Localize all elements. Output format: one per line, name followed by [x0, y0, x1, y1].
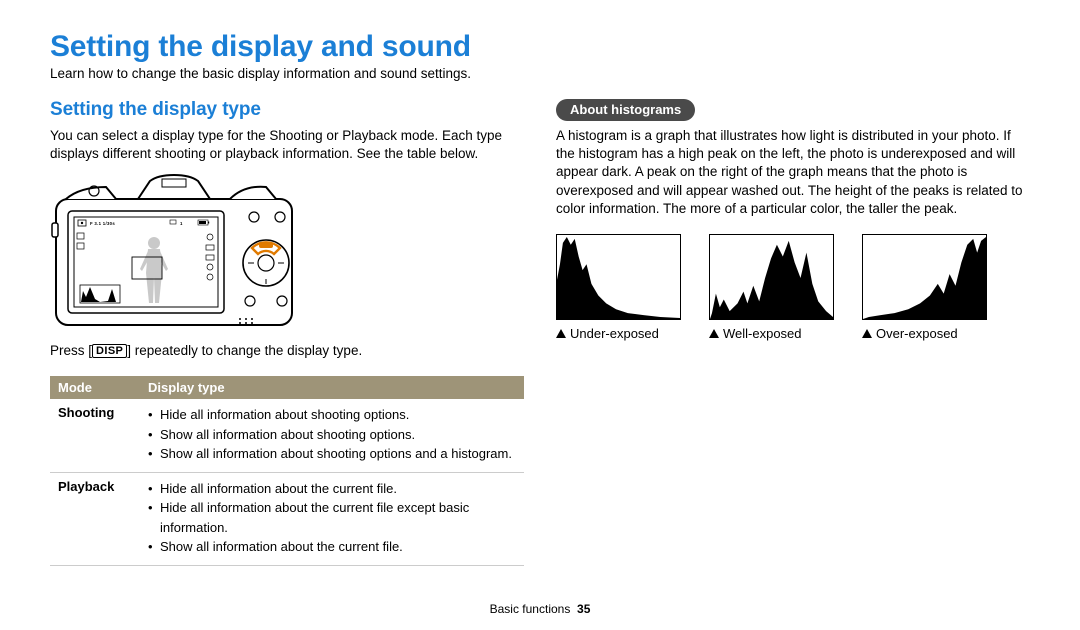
press-after: ] repeatedly to change the display type.	[127, 343, 362, 358]
mode-label-playback: Playback	[50, 472, 140, 565]
triangle-icon	[556, 329, 566, 338]
triangle-icon	[709, 329, 719, 338]
intro-paragraph: You can select a display type for the Sh…	[50, 127, 524, 163]
table-head-display: Display type	[140, 376, 524, 399]
list-item: Hide all information about the current f…	[148, 479, 516, 499]
table-row: Playback Hide all information about the …	[50, 472, 524, 565]
footer-page-number: 35	[577, 602, 590, 616]
page-subtitle: Learn how to change the basic display in…	[50, 66, 1030, 81]
camera-illustration: F 3.1 1/30s 1	[50, 173, 298, 333]
disp-button-label: DISP	[92, 344, 127, 358]
list-item: Show all information about shooting opti…	[148, 425, 516, 445]
histogram-over-exposed	[862, 234, 987, 320]
table-head-mode: Mode	[50, 376, 140, 399]
screen-readout: F 3.1 1/30s	[90, 221, 115, 226]
screen-counter: 1	[180, 221, 183, 226]
list-item: Hide all information about shooting opti…	[148, 405, 516, 425]
press-instruction: Press [DISP] repeatedly to change the di…	[50, 343, 524, 358]
press-before: Press [	[50, 343, 92, 358]
histogram-well-exposed	[709, 234, 834, 320]
footer-section: Basic functions	[490, 602, 571, 616]
section-heading-display-type: Setting the display type	[50, 99, 524, 121]
histogram-examples: Under-exposed Well-exposed	[556, 234, 1030, 341]
page-footer: Basic functions 35	[0, 602, 1080, 616]
list-item: Show all information about shooting opti…	[148, 444, 516, 464]
table-row: Shooting Hide all information about shoo…	[50, 399, 524, 472]
page-title: Setting the display and sound	[50, 30, 1030, 64]
histogram-label-over: Over-exposed	[862, 326, 987, 341]
list-item: Hide all information about the current f…	[148, 498, 516, 537]
display-type-table: Mode Display type Shooting Hide all info…	[50, 376, 524, 566]
about-histograms-heading: About histograms	[556, 99, 695, 121]
histogram-under-exposed	[556, 234, 681, 320]
mode-label-shooting: Shooting	[50, 399, 140, 472]
list-item: Show all information about the current f…	[148, 537, 516, 557]
triangle-icon	[862, 329, 872, 338]
histogram-paragraph: A histogram is a graph that illustrates …	[556, 127, 1030, 218]
histogram-label-well: Well-exposed	[709, 326, 834, 341]
histogram-label-under: Under-exposed	[556, 326, 681, 341]
